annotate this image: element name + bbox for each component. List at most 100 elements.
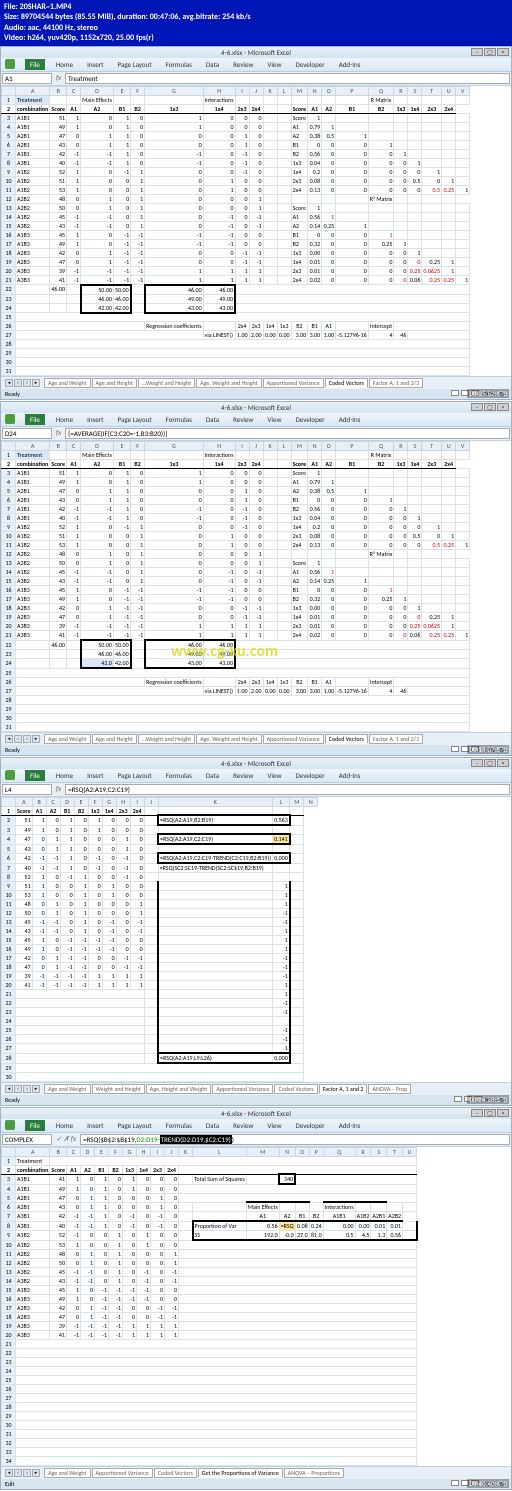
maximize-button[interactable]: ▢ xyxy=(484,1109,496,1117)
sheet-tab[interactable]: Age and Weight xyxy=(44,378,91,388)
tab-nav-prev[interactable]: ‹ xyxy=(14,1085,22,1093)
minimize-button[interactable]: – xyxy=(471,403,483,411)
minimize-button[interactable]: – xyxy=(471,48,483,56)
ribbon-tab-formulas[interactable]: Formulas xyxy=(163,414,195,425)
ribbon-tab-addins[interactable]: Add-Ins xyxy=(336,59,364,70)
sheet-tab[interactable]: Coded Vectors xyxy=(274,1084,317,1094)
close-button[interactable]: × xyxy=(497,1109,509,1117)
ribbon-tab-home[interactable]: Home xyxy=(53,59,76,70)
sheet-tab[interactable]: Apportioned Variance xyxy=(92,1468,153,1478)
ribbon-tab-view[interactable]: View xyxy=(264,1120,284,1131)
tab-nav-first[interactable]: ◂ xyxy=(5,1469,13,1477)
ribbon-tab-data[interactable]: Data xyxy=(203,59,222,70)
office-button[interactable] xyxy=(5,414,15,424)
sheet-tab[interactable]: Age and Weight xyxy=(44,1084,91,1094)
tab-nav-last[interactable]: ▸ xyxy=(32,1469,40,1477)
sheet-tab[interactable]: ANOVA – Prop xyxy=(368,1084,411,1094)
worksheet[interactable]: ABCDEFGHIJKLMNOPQRSTUV1TreatmentMain Eff… xyxy=(1,86,511,377)
formula-bar[interactable]: =RSQ($B$2:$B$19,D2:D19-TREND(D2:D19,$C2:… xyxy=(80,1134,510,1145)
tab-nav-next[interactable]: › xyxy=(23,1085,31,1093)
ribbon-tab-home[interactable]: Home xyxy=(53,770,76,781)
ribbon-tab-formulas[interactable]: Formulas xyxy=(163,1120,195,1131)
sheet-tab[interactable]: Coded Vectors xyxy=(325,378,368,388)
sheet-tab[interactable]: Apportioned Variance xyxy=(212,1084,273,1094)
ribbon-tab-insert[interactable]: Insert xyxy=(84,770,106,781)
ribbon-tab-data[interactable]: Data xyxy=(203,414,222,425)
maximize-button[interactable]: ▢ xyxy=(484,48,496,56)
name-box[interactable]: COMPLEX xyxy=(2,1134,52,1145)
ribbon-tab-insert[interactable]: Insert xyxy=(84,59,106,70)
minimize-button[interactable]: – xyxy=(471,759,483,767)
ribbon-tab-file[interactable]: File xyxy=(25,59,45,70)
ribbon-tab-file[interactable]: File xyxy=(25,414,45,425)
ribbon-tab-review[interactable]: Review xyxy=(230,414,256,425)
ribbon-tab-pagelayout[interactable]: Page Layout xyxy=(115,1120,155,1131)
sheet-tab[interactable]: Age and Weight xyxy=(44,734,91,744)
sheet-tab[interactable]: Age and Height xyxy=(92,734,137,744)
worksheet[interactable]: ABCDEFGHIJKLMN1ScoreA1A2B1B21x31x42x32x4… xyxy=(1,797,511,1082)
ribbon-tab-addins[interactable]: Add-Ins xyxy=(336,1120,364,1131)
sheet-tab[interactable]: ANOVA – Proportions xyxy=(284,1468,344,1478)
ribbon-tab-pagelayout[interactable]: Page Layout xyxy=(115,59,155,70)
ribbon-tab-file[interactable]: File xyxy=(25,770,45,781)
ribbon-tab-insert[interactable]: Insert xyxy=(84,414,106,425)
sheet-tab[interactable]: Age and Height xyxy=(92,378,137,388)
ribbon-tab-review[interactable]: Review xyxy=(230,59,256,70)
maximize-button[interactable]: ▢ xyxy=(484,403,496,411)
maximize-button[interactable]: ▢ xyxy=(484,759,496,767)
ribbon-tab-home[interactable]: Home xyxy=(53,1120,76,1131)
ribbon-tab-addins[interactable]: Add-Ins xyxy=(336,770,364,781)
office-button[interactable] xyxy=(5,1120,15,1130)
worksheet[interactable]: ABCDEFGHIJKLMNOPQRSTU1Treatment2combinat… xyxy=(1,1147,511,1466)
office-button[interactable] xyxy=(5,59,15,69)
sheet-tab[interactable]: Age, Weight and Height xyxy=(196,378,261,388)
ribbon-tab-formulas[interactable]: Formulas xyxy=(163,59,195,70)
close-button[interactable]: × xyxy=(497,403,509,411)
ribbon-tab-view[interactable]: View xyxy=(264,770,284,781)
ribbon-tab-insert[interactable]: Insert xyxy=(84,1120,106,1131)
fx-icon[interactable]: fx xyxy=(52,428,65,439)
tab-nav-first[interactable]: ◂ xyxy=(5,1085,13,1093)
sheet-tab[interactable]: ...Weight and Height xyxy=(138,378,195,388)
formula-bar[interactable]: {=AVERAGE(IF(C3:C20=-1,B3:B20))} xyxy=(65,428,510,439)
tab-nav-next[interactable]: › xyxy=(23,735,31,743)
ribbon-tab-review[interactable]: Review xyxy=(230,770,256,781)
ribbon-tab-developer[interactable]: Developer xyxy=(292,59,327,70)
sheet-tab[interactable]: Coded Vectors xyxy=(154,1468,197,1478)
ribbon-tab-view[interactable]: View xyxy=(264,59,284,70)
tab-nav-prev[interactable]: ‹ xyxy=(14,735,22,743)
minimize-button[interactable]: – xyxy=(471,1109,483,1117)
ribbon-tab-developer[interactable]: Developer xyxy=(292,770,327,781)
ribbon-tab-file[interactable]: File xyxy=(25,1120,45,1131)
ribbon-tab-addins[interactable]: Add-Ins xyxy=(336,414,364,425)
sheet-tab[interactable]: Coded Vectors xyxy=(325,734,368,744)
close-button[interactable]: × xyxy=(497,48,509,56)
tab-nav-last[interactable]: ▸ xyxy=(32,379,40,387)
ribbon-tab-pagelayout[interactable]: Page Layout xyxy=(115,770,155,781)
fx-icon[interactable]: fx xyxy=(52,73,65,84)
sheet-tab[interactable]: Age, Weight and Height xyxy=(196,734,261,744)
tab-nav-first[interactable]: ◂ xyxy=(5,379,13,387)
tab-nav-last[interactable]: ▸ xyxy=(32,735,40,743)
tab-nav-prev[interactable]: ‹ xyxy=(14,1469,22,1477)
fx-icon[interactable]: ✓ ✗ fx xyxy=(52,1134,80,1145)
office-button[interactable] xyxy=(5,770,15,780)
sheet-tab[interactable]: ...Weight and Height xyxy=(138,734,195,744)
sheet-tab[interactable]: Factor A, 1 and 2/3 xyxy=(369,378,423,388)
tab-nav-last[interactable]: ▸ xyxy=(32,1085,40,1093)
sheet-tab[interactable]: Factor A, 1 and 2 xyxy=(319,1084,368,1094)
ribbon-tab-developer[interactable]: Developer xyxy=(292,414,327,425)
sheet-tab[interactable]: Weight and Height xyxy=(92,1084,145,1094)
ribbon-tab-review[interactable]: Review xyxy=(230,1120,256,1131)
tab-nav-next[interactable]: › xyxy=(23,1469,31,1477)
sheet-tab[interactable]: Age, Height and Weight xyxy=(146,1084,211,1094)
formula-bar[interactable]: Treatment xyxy=(65,73,510,84)
ribbon-tab-pagelayout[interactable]: Page Layout xyxy=(115,414,155,425)
close-button[interactable]: × xyxy=(497,759,509,767)
sheet-tab[interactable]: Age and Weight xyxy=(44,1468,91,1478)
sheet-tab[interactable]: Apportioned Variance xyxy=(263,734,324,744)
ribbon-tab-data[interactable]: Data xyxy=(203,770,222,781)
sheet-tab[interactable]: Get the Proportions of Variance xyxy=(198,1468,283,1478)
tab-nav-next[interactable]: › xyxy=(23,379,31,387)
name-box[interactable]: A1 xyxy=(2,73,52,84)
